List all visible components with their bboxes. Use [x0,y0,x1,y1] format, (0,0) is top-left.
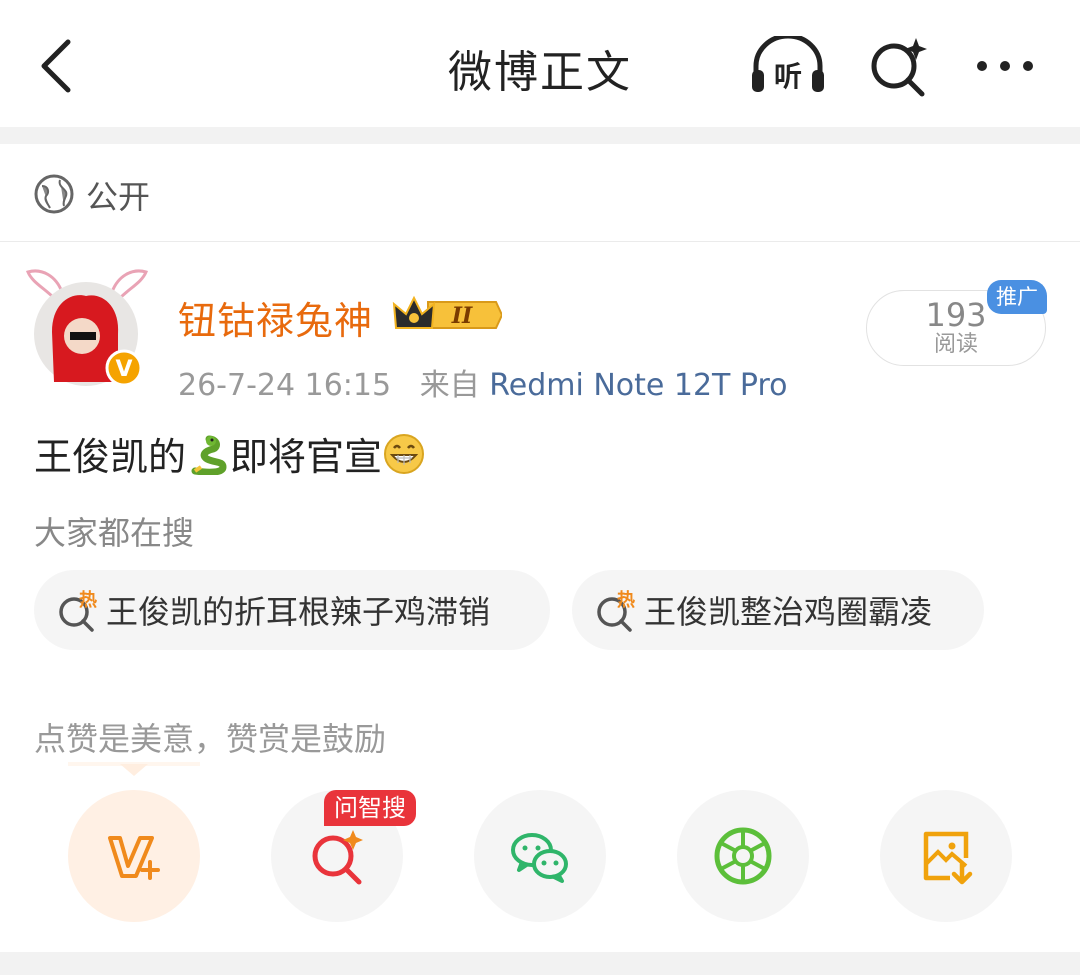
more-dots-icon [977,61,1033,71]
hot-glyph: 热 [79,589,97,611]
reward-vplus-button[interactable] [68,790,200,922]
hot-search-icon: 热 [597,589,635,632]
more-button[interactable] [970,46,1040,86]
post-content: 王俊凯的 即将官宣 [34,426,426,481]
v-plus-icon [108,836,160,880]
source-prefix: 来自 [419,368,480,403]
ai-search-button[interactable] [866,34,930,98]
post-text-part1: 王俊凯的 [34,435,187,479]
section-divider [0,127,1080,144]
avatar[interactable]: V [22,262,152,392]
ai-search-tag: 问智搜 [324,790,416,826]
reward-hint: 点赞是美意，赞赏是鼓励 [34,720,387,758]
globe-icon [34,174,74,214]
listen-button[interactable]: 听 [748,33,828,96]
visibility-label: 公开 [86,178,151,216]
hot-search-chip[interactable]: 热 王俊凯的折耳根辣子鸡滞销 [34,570,550,650]
bottom-divider [0,952,1080,975]
snake-emoji-icon [191,435,227,475]
crown-rank-icon: II [392,295,502,329]
hot-search-chip[interactable]: 热 王俊凯整治鸡圈霸凌 [572,570,984,650]
rank-level: II [451,303,473,329]
read-label: 阅读 [933,332,978,357]
wechat-icon [511,833,568,883]
save-image-icon [923,831,973,885]
post-meta: 26-7-24 16:15 来自 Redmi Note 12T Pro [178,360,788,404]
sparkle-search-icon [871,38,927,97]
post-text-part2: 即将官宣 [230,435,383,479]
ai-search-icon [312,830,363,885]
hot-glyph: 热 [617,589,635,611]
hot-search-icon: 热 [59,589,97,632]
promote-badge[interactable]: 推广 [987,280,1047,314]
weibo-post-page: 微博正文 听 公开 V 钮钴禄兔神 II 26-7-24 16:15 来自 Re… [0,0,1080,975]
visibility-row: 公开 [0,144,1080,242]
listen-glyph: 听 [774,60,802,93]
avatar-image: V [25,269,149,387]
moments-icon [714,827,772,885]
tooltip-arrow [120,764,148,776]
grin-emoji-icon [384,433,425,474]
share-moments-button[interactable] [677,790,809,922]
headphones-icon: 听 [752,33,824,93]
verified-badge-glyph: V [115,357,132,382]
top-nav-bar: 微博正文 听 [0,0,1080,127]
hot-search-label: 王俊凯整治鸡圈霸凌 [644,593,933,631]
post-source-device[interactable]: Redmi Note 12T Pro [489,368,787,403]
hot-search-label: 王俊凯的折耳根辣子鸡滞销 [106,593,491,631]
author-name[interactable]: 钮钴禄兔神 [178,290,373,345]
post-timestamp: 26-7-24 16:15 [178,368,392,403]
hot-search-title: 大家都在搜 [34,514,195,552]
share-wechat-button[interactable] [474,790,606,922]
save-image-button[interactable] [880,790,1012,922]
